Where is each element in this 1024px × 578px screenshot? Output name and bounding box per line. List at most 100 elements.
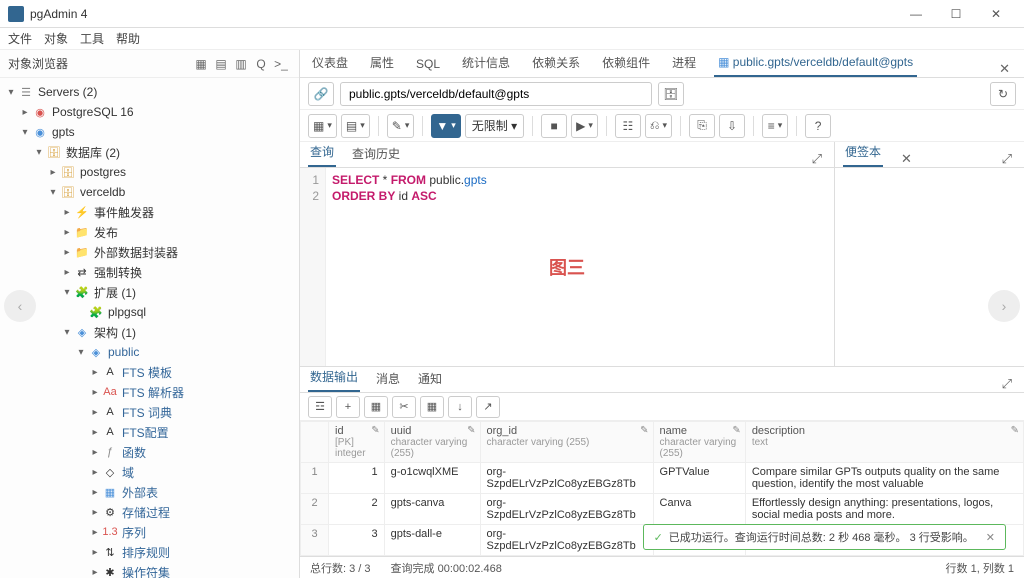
out-btn-copy[interactable]: ▦ [364,396,388,418]
qtab-scratch[interactable]: 便签本 [843,138,883,167]
out-btn-del[interactable]: ▦ [420,396,444,418]
tree-sequences[interactable]: ▸1.3序列 [0,522,299,542]
tab-properties[interactable]: 属性 [366,48,398,77]
tree-event-triggers[interactable]: ▸⚡事件触发器 [0,202,299,222]
tab-deps[interactable]: 依赖关系 [528,48,584,77]
tree-procedures[interactable]: ▸⚙存储过程 [0,502,299,522]
tree-fts-parser[interactable]: ▸AaFTS 解析器 [0,382,299,402]
tree-collations[interactable]: ▸⇅排序规则 [0,542,299,562]
tab-close-button[interactable]: ✕ [993,61,1016,77]
edit-icon[interactable]: ✎ [640,425,648,436]
tab-sql[interactable]: SQL [412,51,444,77]
browser-btn-1[interactable]: ▦ [191,54,211,74]
edit-icon[interactable]: ✎ [732,425,740,436]
trigger-icon: ⚡ [74,205,90,219]
help-button[interactable]: ? [805,114,831,138]
clip-button[interactable]: ⎘ [689,114,715,138]
download-button[interactable]: ⇩ [719,114,745,138]
edit-button[interactable]: ✎ [387,114,415,138]
otab-msg[interactable]: 消息 [374,365,402,392]
tree-public[interactable]: ▾◈public [0,342,299,362]
limit-select[interactable]: 无限制 ▾ [465,114,524,138]
explain-button[interactable]: ☷ [615,114,641,138]
browser-btn-terminal[interactable]: >_ [271,54,291,74]
tree-fts-tpl[interactable]: ▸AFTS 模板 [0,362,299,382]
tree-schemas[interactable]: ▾◈架构 (1) [0,322,299,342]
edit-icon[interactable]: ✎ [1011,425,1019,436]
table-row[interactable]: 11g-o1cwqlXMEorg-SzpdELrVzPzlCo8yzEBGz8T… [301,463,1024,494]
browser-btn-2[interactable]: ▤ [211,54,231,74]
save-button[interactable]: ▦ [308,114,337,138]
tab-query[interactable]: ▦ public.gpts/verceldb/default@gpts [714,49,917,77]
tree-publish[interactable]: ▸📁发布 [0,222,299,242]
qtab-history[interactable]: 查询历史 [350,140,402,167]
tab-dependents[interactable]: 依赖组件 [598,48,654,77]
tab-dashboard[interactable]: 仪表盘 [308,48,352,77]
edit-icon[interactable]: ✎ [467,425,475,436]
open-button[interactable]: ▤ [341,114,370,138]
link-icon[interactable]: 🔗 [308,82,334,106]
otab-notif[interactable]: 通知 [416,365,444,392]
code-area[interactable]: SELECT * FROM public.gpts ORDER BY id AS… [326,168,834,366]
analyze-button[interactable]: ⎌ [645,114,672,138]
col-id[interactable]: id✎[PK] integer [329,422,385,463]
tree-operators[interactable]: ▸✱操作符集 [0,562,299,578]
tab-stats[interactable]: 统计信息 [458,48,514,77]
address-input[interactable] [340,82,652,106]
tree-foreign-tables[interactable]: ▸▦外部表 [0,482,299,502]
expand-scratch-button[interactable]: ⤢ [998,151,1016,167]
close-window-button[interactable]: ✕ [976,0,1016,28]
nav-next-button[interactable]: › [988,290,1020,322]
col-org-id[interactable]: org_id✎character varying (255) [480,422,653,463]
fts-icon: A [102,365,118,379]
db-icon-button[interactable]: 🗄 [658,82,684,106]
nav-prev-button[interactable]: ‹ [4,290,36,322]
tree-cast[interactable]: ▸⇄强制转换 [0,262,299,282]
otab-data[interactable]: 数据输出 [308,363,360,392]
out-btn-ext[interactable]: ↗ [476,396,500,418]
expand-editor-button[interactable]: ⤢ [808,151,826,167]
sql-editor[interactable]: 12 SELECT * FROM public.gpts ORDER BY id… [300,168,834,366]
qtab-query[interactable]: 查询 [308,138,336,167]
menu-file[interactable]: 文件 [8,30,32,47]
options-button[interactable]: ≡ [762,114,788,138]
tree-databases[interactable]: ▾🗄数据库 (2) [0,142,299,162]
out-btn-dl[interactable]: ↓ [448,396,472,418]
refresh-button[interactable]: ↻ [990,82,1016,106]
col-name[interactable]: name✎character varying (255) [653,422,745,463]
minimize-button[interactable]: — [896,0,936,28]
tree-fdw[interactable]: ▸📁外部数据封装器 [0,242,299,262]
maximize-button[interactable]: ☐ [936,0,976,28]
tree-pg16[interactable]: ▸◉PostgreSQL 16 [0,102,299,122]
stop-button[interactable]: ■ [541,114,567,138]
browser-btn-search[interactable]: Q [251,54,271,74]
tree-gpts-server[interactable]: ▾◉gpts [0,122,299,142]
tree-fts-dict[interactable]: ▸AFTS 词典 [0,402,299,422]
edit-icon[interactable]: ✎ [371,425,379,436]
col-uuid[interactable]: uuid✎character varying (255) [384,422,480,463]
out-btn-1[interactable]: ☲ [308,396,332,418]
tree-servers[interactable]: ▾☰Servers (2) [0,82,299,102]
menu-tools[interactable]: 工具 [80,30,104,47]
out-btn-add[interactable]: + [336,396,360,418]
tab-processes[interactable]: 进程 [668,48,700,77]
expand-output-button[interactable]: ⤢ [998,376,1016,392]
tree-postgres-db[interactable]: ▸🗄postgres [0,162,299,182]
menu-help[interactable]: 帮助 [116,30,140,47]
tree-verceldb[interactable]: ▾🗄verceldb [0,182,299,202]
tree-extensions[interactable]: ▾🧩扩展 (1) [0,282,299,302]
browser-btn-3[interactable]: ▥ [231,54,251,74]
tree-functions[interactable]: ▸ƒ函数 [0,442,299,462]
toast-close-button[interactable]: ✕ [986,531,995,544]
execute-button[interactable]: ▶ [571,114,598,138]
col-rownum[interactable] [301,422,329,463]
tree-fts-cfg[interactable]: ▸AFTS配置 [0,422,299,442]
filter-button[interactable]: ▼ [431,114,460,138]
menu-object[interactable]: 对象 [44,30,68,47]
tree-domains[interactable]: ▸◇域 [0,462,299,482]
scratch-close-button[interactable]: ✕ [897,151,916,167]
table-row[interactable]: 22gpts-canvaorg-SzpdELrVzPzlCo8yzEBGz8Tb… [301,494,1024,525]
out-btn-paste[interactable]: ✂ [392,396,416,418]
col-description[interactable]: description✎text [745,422,1023,463]
tree-plpgsql[interactable]: 🧩plpgsql [0,302,299,322]
